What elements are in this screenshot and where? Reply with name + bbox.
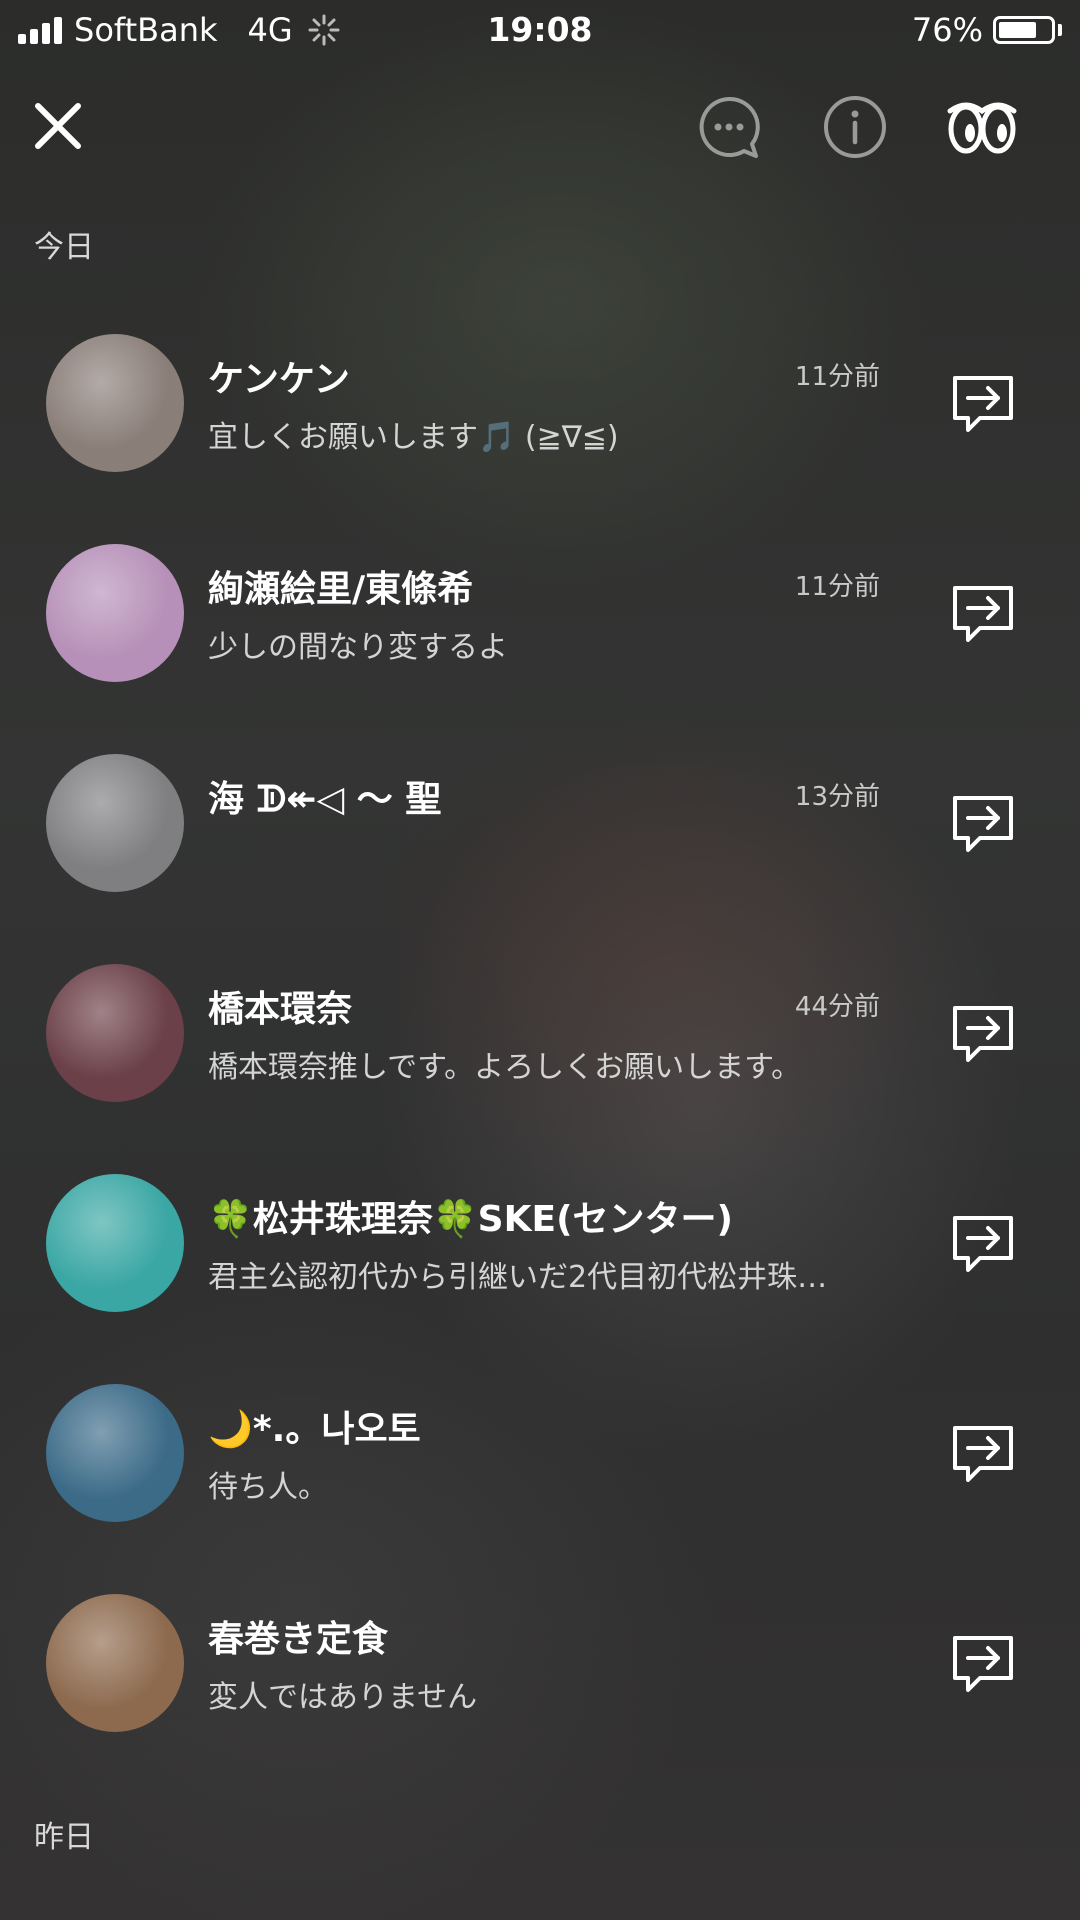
close-button[interactable] xyxy=(28,96,88,156)
timestamp: 11分前 xyxy=(794,362,880,392)
timestamp: 11分前 xyxy=(794,572,880,602)
contact-name: 🌙*.。나오토 xyxy=(208,1409,421,1450)
contact-name: 絢瀬絵里/東條希 xyxy=(208,569,474,610)
status-bar: SoftBank 4G 19:08 76% xyxy=(0,0,1080,58)
contact-name: 🍀松井珠理奈🍀SKE(センター) xyxy=(208,1199,733,1240)
avatar[interactable] xyxy=(46,754,184,892)
chat-button[interactable] xyxy=(696,94,762,160)
share-arrow-icon xyxy=(953,1426,1013,1482)
list-item[interactable]: 絢瀬絵里/東條希 11分前 少しの間なり変するよ xyxy=(0,510,1080,720)
status-message: 少しの間なり変するよ xyxy=(208,630,508,665)
timestamp: 44分前 xyxy=(794,992,880,1022)
status-right: 76% xyxy=(912,10,1062,50)
info-button[interactable] xyxy=(822,94,888,160)
list-item[interactable]: 春巻き定食 変人ではありません xyxy=(0,1560,1080,1770)
list-item[interactable]: 橋本環奈 44分前 橋本環奈推しです。よろしくお願いします。 xyxy=(0,930,1080,1140)
avatar[interactable] xyxy=(46,544,184,682)
avatar[interactable] xyxy=(46,1174,184,1312)
share-button[interactable] xyxy=(950,1000,1016,1066)
timestamp: 13分前 xyxy=(794,782,880,812)
status-message: 橋本環奈推しです。よろしくお願いします。 xyxy=(208,1050,802,1085)
contact-name: ケンケン xyxy=(208,359,350,400)
close-icon xyxy=(35,103,81,149)
info-icon xyxy=(824,96,886,158)
section-yesterday-label: 昨日 xyxy=(34,1820,94,1855)
section-today-label: 今日 xyxy=(34,230,94,265)
share-arrow-icon xyxy=(953,1006,1013,1062)
share-button[interactable] xyxy=(950,370,1016,436)
share-arrow-icon xyxy=(953,586,1013,642)
status-message: 宜しくお願いします🎵 (≧∇≦) xyxy=(208,420,619,455)
share-button[interactable] xyxy=(950,790,1016,856)
share-arrow-icon xyxy=(953,376,1013,432)
share-button[interactable] xyxy=(950,1420,1016,1486)
list-item[interactable]: 🍀松井珠理奈🍀SKE(センター) 君主公認初代から引継いだ2代目初代松井珠… xyxy=(0,1140,1080,1350)
chat-bubble-ellipsis-icon xyxy=(699,96,760,158)
status-message: 待ち人。 xyxy=(208,1470,328,1505)
avatar[interactable] xyxy=(46,334,184,472)
list-item[interactable]: 🌙*.。나오토 待ち人。 xyxy=(0,1350,1080,1560)
share-button[interactable] xyxy=(950,1210,1016,1276)
battery-percent: 76% xyxy=(911,11,983,49)
avatar[interactable] xyxy=(46,1594,184,1732)
follow-button[interactable] xyxy=(942,94,1022,160)
battery-level-fill xyxy=(999,22,1036,38)
share-arrow-icon xyxy=(953,1636,1013,1692)
status-message: 君主公認初代から引継いだ2代目初代松井珠… xyxy=(208,1260,828,1295)
share-button[interactable] xyxy=(950,580,1016,646)
top-toolbar xyxy=(0,70,1080,180)
share-arrow-icon xyxy=(953,796,1013,852)
avatar[interactable] xyxy=(46,964,184,1102)
battery-nub xyxy=(1058,24,1062,36)
contact-name: 海 ᗫ↞◁ 〜 聖 xyxy=(208,779,442,820)
share-button[interactable] xyxy=(950,1630,1016,1696)
status-message: 変人ではありません xyxy=(208,1680,478,1715)
eyes-icon xyxy=(947,102,1017,154)
contact-name: 春巻き定食 xyxy=(208,1619,389,1660)
battery-icon xyxy=(993,16,1055,44)
avatar[interactable] xyxy=(46,1384,184,1522)
list-item[interactable]: ケンケン 11分前 宜しくお願いします🎵 (≧∇≦) xyxy=(0,300,1080,510)
share-arrow-icon xyxy=(953,1216,1013,1272)
list-item[interactable]: 海 ᗫ↞◁ 〜 聖 13分前 xyxy=(0,720,1080,930)
contact-name: 橋本環奈 xyxy=(208,989,353,1030)
